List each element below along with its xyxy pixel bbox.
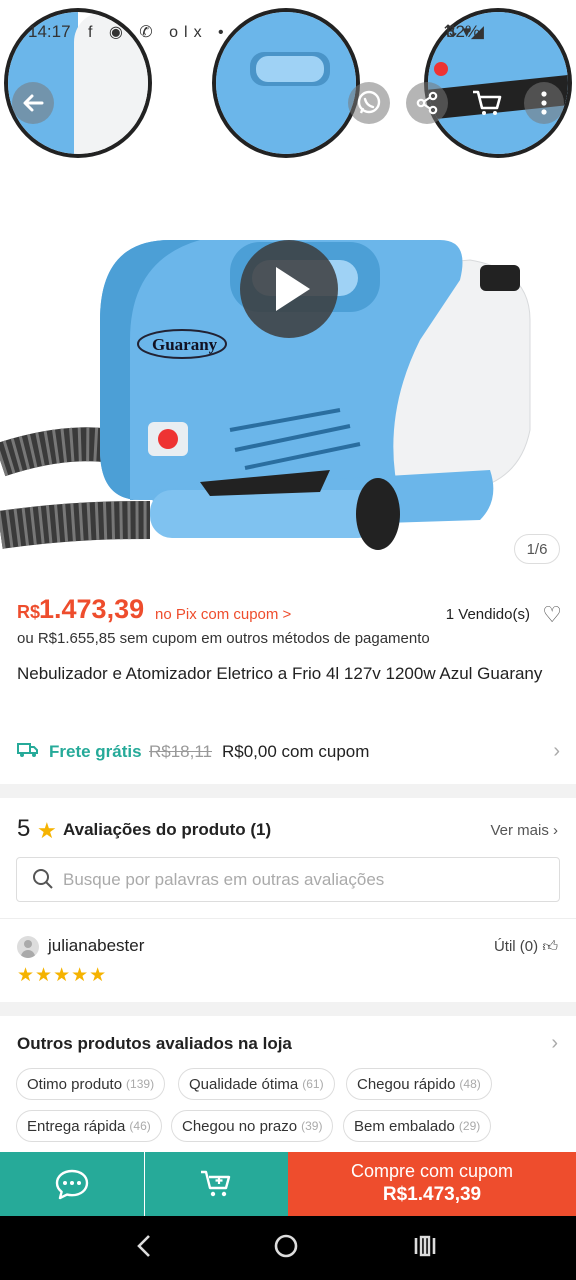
price-row: R$ 1.473,39 no Pix com cupom > 1 Vendido… — [17, 594, 562, 630]
review-search-input[interactable] — [63, 866, 543, 894]
reviewer-name: julianabester — [48, 936, 145, 955]
truck-icon — [17, 743, 38, 757]
chip-count: (39) — [301, 1119, 323, 1133]
system-navigation-bar — [0, 1216, 576, 1280]
review-tag-chip[interactable]: Chegou no prazo (39) — [171, 1110, 334, 1142]
alternative-price: ou R$1.655,85 sem cupom em outros método… — [17, 630, 430, 647]
chip-label: Otimo produto — [27, 1075, 123, 1093]
chevron-right-icon: › — [553, 740, 560, 762]
chip-label: Chegou rápido — [357, 1075, 456, 1093]
cart-icon[interactable] — [466, 82, 508, 124]
section-divider — [0, 1002, 576, 1016]
chip-count: (29) — [458, 1119, 481, 1133]
add-to-cart-icon — [200, 1170, 230, 1197]
chip-label: Qualidade ótima — [189, 1075, 299, 1093]
chip-count: (139) — [126, 1077, 155, 1091]
chip-label: Chegou no prazo — [182, 1117, 298, 1135]
product-gallery[interactable]: 14:17 f ◉ ✆ olx • ⇅ ▾◢ 32% Guarany 1/6 — [0, 0, 576, 580]
buy-button-label: Compre com cupom — [350, 1161, 514, 1181]
price-value: 1.473,39 — [39, 594, 145, 624]
chat-icon — [55, 1169, 89, 1200]
image-counter: 1/6 — [514, 534, 560, 564]
play-video-button[interactable] — [240, 240, 338, 338]
price-currency: R$ — [17, 602, 41, 622]
useful-label: Útil (0) — [493, 938, 539, 955]
reviews-label: Avaliações do produto (1) — [63, 820, 272, 839]
back-arrow-icon[interactable] — [12, 82, 54, 124]
status-bar: 14:17 f ◉ ✆ olx • ⇅ ▾◢ 32% — [0, 0, 576, 62]
bottom-action-bar: Compre com cupom R$1.473,39 — [0, 1152, 576, 1216]
nav-recents-icon[interactable] — [412, 1232, 438, 1260]
brand-logo: Guarany — [152, 335, 218, 354]
shipping-new-price: R$0,00 com cupom — [222, 742, 370, 761]
other-products-title: Outros produtos avaliados na loja — [17, 1034, 292, 1053]
nav-back-icon[interactable] — [134, 1232, 154, 1260]
bar-divider — [144, 1164, 145, 1204]
notification-icons: f ◉ ✆ olx • — [88, 24, 230, 41]
see-more-link[interactable]: Ver mais › — [490, 822, 558, 839]
rating-score: 5 — [17, 815, 31, 842]
play-icon — [276, 267, 310, 311]
review-tag-chip[interactable]: Qualidade ótima (61) — [178, 1068, 335, 1100]
favorite-heart-icon[interactable]: ♡ — [542, 602, 562, 628]
review-tag-chip[interactable]: Bem embalado (29) — [343, 1110, 492, 1142]
other-products-header[interactable]: Outros produtos avaliados na loja › — [17, 1032, 562, 1058]
divider-line — [0, 918, 576, 919]
add-to-cart-button[interactable] — [145, 1152, 288, 1216]
review-tag-chip[interactable]: Otimo produto (139) — [16, 1068, 166, 1100]
review-tag-chip[interactable]: Chegou rápido (48) — [346, 1068, 492, 1100]
battery-level: 32% — [446, 22, 481, 41]
review-item: julianabester Útil (0) 👍︎ ★★★★★ — [17, 934, 562, 994]
whatsapp-icon[interactable] — [348, 82, 390, 124]
chip-count: (48) — [459, 1077, 481, 1091]
shipping-row[interactable]: Frete grátis R$18,11 R$0,00 com cupom › — [17, 740, 562, 766]
reviews-header[interactable]: 5 ★ Avaliações do produto (1) Ver mais › — [17, 815, 562, 847]
share-icon[interactable] — [406, 82, 448, 124]
chat-button[interactable] — [0, 1152, 144, 1216]
avatar — [17, 936, 39, 958]
search-icon — [33, 869, 53, 889]
more-options-icon[interactable] — [524, 82, 564, 124]
see-more-label: Ver mais — [490, 822, 549, 839]
review-tag-chip[interactable]: Entrega rápida (46) — [16, 1110, 162, 1142]
pix-coupon-link[interactable]: no Pix com cupom > — [155, 606, 291, 623]
free-shipping-label: Frete grátis — [49, 742, 142, 761]
sold-count: 1 Vendido(s) — [445, 606, 530, 623]
chip-label: Bem embalado — [354, 1117, 455, 1135]
status-time: 14:17 — [28, 22, 71, 41]
chevron-right-icon: › — [551, 1032, 558, 1054]
buy-button-price: R$1.473,39 — [382, 1184, 482, 1205]
thumbs-up-icon: 👍︎ — [542, 938, 558, 955]
star-icon: ★ — [37, 818, 57, 843]
shipping-old-price: R$18,11 — [149, 742, 213, 761]
useful-button[interactable]: Útil (0) 👍︎ — [494, 938, 558, 956]
chip-count: (46) — [129, 1119, 151, 1133]
section-divider — [0, 784, 576, 798]
chip-label: Entrega rápida — [27, 1117, 126, 1135]
chip-count: (61) — [302, 1077, 324, 1091]
review-search-box[interactable] — [16, 857, 560, 902]
nav-home-icon[interactable] — [272, 1232, 300, 1260]
product-title: Nebulizador e Atomizador Eletrico a Frio… — [17, 664, 543, 683]
review-stars: ★★★★★ — [17, 965, 108, 986]
buy-with-coupon-button[interactable]: Compre com cupom R$1.473,39 — [288, 1152, 576, 1216]
